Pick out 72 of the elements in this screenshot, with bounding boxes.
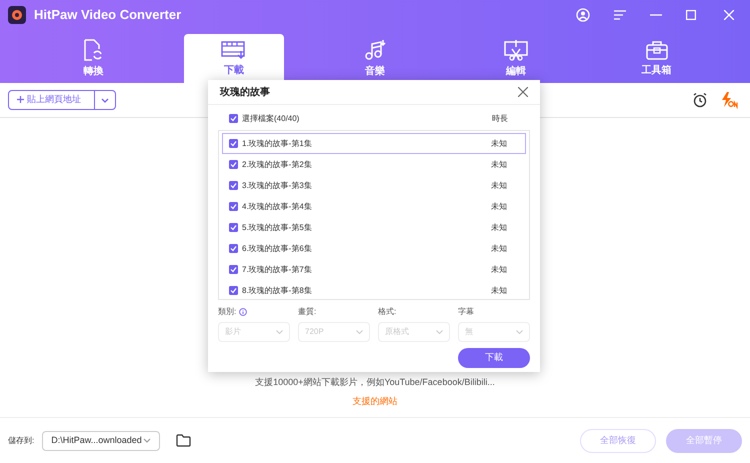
dialog-title: 玫瑰的故事 bbox=[220, 86, 270, 100]
duration-text: 未知 bbox=[491, 284, 507, 296]
chevron-down-icon bbox=[276, 330, 283, 334]
episode-row[interactable]: 1.玫瑰的故事-第1集 未知 bbox=[222, 133, 526, 154]
episode-row[interactable]: 3.玫瑰的故事-第3集 未知 bbox=[222, 175, 526, 196]
episode-title: 1.玫瑰的故事-第1集 bbox=[242, 138, 312, 150]
window-title: HitPaw Video Converter bbox=[34, 6, 182, 24]
toolbox-icon bbox=[646, 40, 668, 60]
episode-title: 8.玫瑰的故事-第8集 bbox=[242, 284, 312, 296]
duration-text: 未知 bbox=[491, 180, 507, 192]
episode-title: 6.玫瑰的故事-第6集 bbox=[242, 242, 312, 254]
nav-tab[interactable]: 音樂 bbox=[324, 34, 425, 83]
episode-row[interactable]: 5.玫瑰的故事-第5集 未知 bbox=[222, 217, 526, 238]
checkbox[interactable] bbox=[229, 223, 238, 232]
save-to-label: 儲存到: bbox=[8, 434, 34, 446]
duration-text: 未知 bbox=[491, 200, 507, 212]
nav-tab[interactable]: 編輯 bbox=[466, 34, 566, 83]
chevron-down-icon bbox=[516, 330, 523, 334]
menu-icon[interactable] bbox=[614, 10, 626, 20]
option-label: 格式: bbox=[378, 306, 396, 318]
episode-title: 3.玫瑰的故事-第3集 bbox=[242, 180, 312, 192]
episode-title: 7.玫瑰的故事-第7集 bbox=[242, 264, 312, 276]
save-path-dropdown[interactable]: D:\HitPaw...ownloaded bbox=[42, 430, 160, 450]
nav-tab[interactable]: 工具箱 bbox=[606, 34, 707, 83]
maximize-icon[interactable] bbox=[686, 10, 696, 20]
chevron-down-icon bbox=[356, 330, 363, 334]
account-icon[interactable] bbox=[576, 8, 590, 22]
minimize-icon[interactable] bbox=[650, 14, 662, 16]
episode-title: 4.玫瑰的故事-第4集 bbox=[242, 200, 312, 212]
supported-sites-hint: 支援10000+網站下載影片，例如YouTube/Facebook/Bilibili... bbox=[255, 376, 495, 389]
download-button[interactable]: 下載 bbox=[458, 348, 530, 368]
episode-row[interactable]: 6.玫瑰的故事-第6集 未知 bbox=[222, 238, 526, 259]
alarm-clock-icon[interactable] bbox=[692, 92, 708, 108]
duration-text: 未知 bbox=[491, 242, 507, 254]
episode-row[interactable]: 7.玫瑰的故事-第7集 未知 bbox=[222, 259, 526, 280]
duration-text: 未知 bbox=[491, 158, 507, 170]
close-icon[interactable] bbox=[518, 87, 528, 97]
episode-row[interactable]: 8.玫瑰的故事-第8集 未知 bbox=[222, 280, 526, 299]
folder-icon[interactable] bbox=[176, 434, 192, 447]
option-label: 類別: bbox=[218, 306, 236, 318]
episode-row[interactable]: 4.玫瑰的故事-第4集 未知 bbox=[222, 196, 526, 217]
supported-sites-link[interactable]: 支援的網站 bbox=[352, 394, 398, 408]
duration-text: 未知 bbox=[491, 264, 507, 276]
nav-tab[interactable]: 轉換 bbox=[43, 34, 144, 83]
duration-text: 未知 bbox=[491, 222, 507, 234]
option-label: 畫質: bbox=[298, 306, 316, 318]
chevron-down-icon bbox=[436, 330, 443, 334]
checkbox[interactable] bbox=[229, 139, 238, 148]
app-logo-icon bbox=[8, 6, 26, 24]
music-note-icon bbox=[364, 38, 386, 60]
checkbox[interactable] bbox=[229, 202, 238, 211]
checkbox[interactable] bbox=[229, 160, 238, 169]
checkbox[interactable] bbox=[229, 114, 238, 123]
plus-icon bbox=[17, 96, 24, 104]
checkbox[interactable] bbox=[229, 265, 238, 274]
checkbox[interactable] bbox=[229, 286, 238, 295]
chevron-down-icon bbox=[143, 438, 152, 443]
checkbox[interactable] bbox=[229, 181, 238, 190]
option-label: 字幕 bbox=[458, 306, 474, 318]
duration-text: 未知 bbox=[491, 138, 507, 150]
chevron-down-icon bbox=[101, 98, 109, 102]
duration-header: 時長 bbox=[492, 112, 508, 124]
file-convert-icon bbox=[83, 38, 104, 60]
select-all-label: 選擇檔案(40/40) bbox=[242, 112, 300, 124]
nav-tab[interactable]: 下載 bbox=[184, 34, 284, 83]
episode-row[interactable]: 2.玫瑰的故事-第2集 未知 bbox=[222, 154, 526, 175]
film-download-icon bbox=[221, 40, 248, 60]
checkbox[interactable] bbox=[229, 244, 238, 253]
lightning-on-icon[interactable] bbox=[720, 91, 738, 109]
episode-title: 5.玫瑰的故事-第5集 bbox=[242, 222, 312, 234]
episode-title: 2.玫瑰的故事-第2集 bbox=[242, 158, 312, 170]
scissors-screen-icon bbox=[504, 38, 528, 60]
